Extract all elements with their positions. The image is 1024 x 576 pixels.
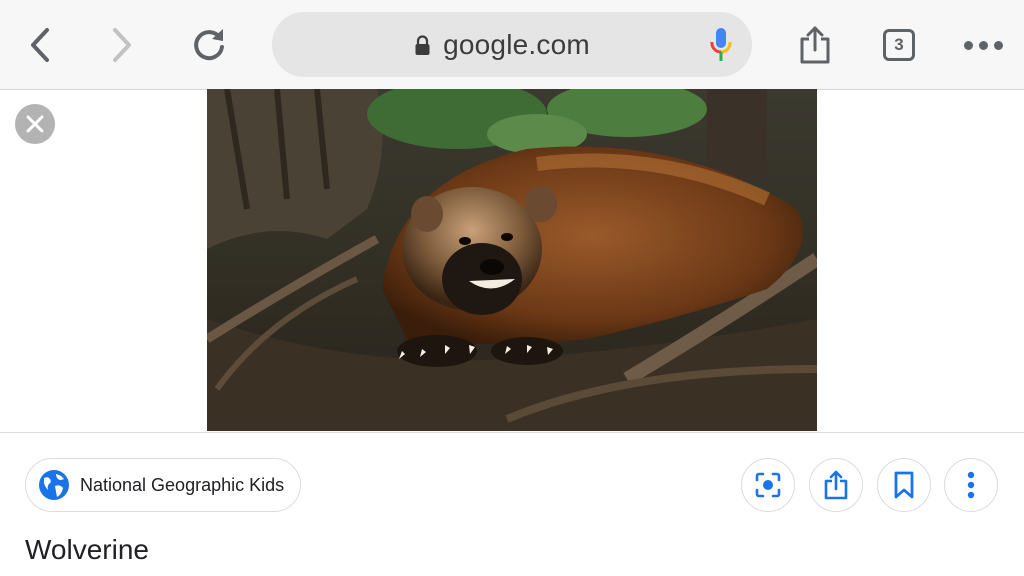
lock-icon [414,34,431,56]
reload-button[interactable] [186,22,232,68]
browser-menu-button[interactable] [960,22,1006,68]
source-label: National Geographic Kids [80,474,285,495]
result-share-button[interactable] [809,458,863,512]
more-icon [963,40,1003,50]
back-button[interactable] [20,24,60,66]
tabs-icon: 3 [883,29,915,61]
source-chip[interactable]: National Geographic Kids [25,458,302,512]
more-vert-icon [967,471,975,499]
close-icon [26,115,44,133]
address-bar[interactable]: google.com [272,12,752,77]
browser-toolbar: google.com 3 [0,0,1024,90]
divider [0,432,1024,433]
tabs-button[interactable]: 3 [876,22,922,68]
close-button[interactable] [15,104,55,144]
reload-icon [194,29,224,61]
forward-button[interactable] [102,24,142,66]
url-text: google.com [443,28,590,60]
share-icon [800,26,830,64]
share-icon [824,470,848,500]
mic-icon[interactable] [710,27,732,63]
wolverine-photo[interactable] [207,89,817,431]
result-more-button[interactable] [944,458,998,512]
tab-count: 3 [894,35,904,54]
forward-icon [113,28,131,62]
globe-icon [38,469,70,501]
result-title[interactable]: Wolverine [25,534,149,566]
back-icon [31,28,49,62]
save-button[interactable] [877,458,931,512]
lens-button[interactable] [741,458,795,512]
share-button[interactable] [792,22,838,68]
bookmark-icon [894,471,914,499]
lens-icon [755,472,781,498]
